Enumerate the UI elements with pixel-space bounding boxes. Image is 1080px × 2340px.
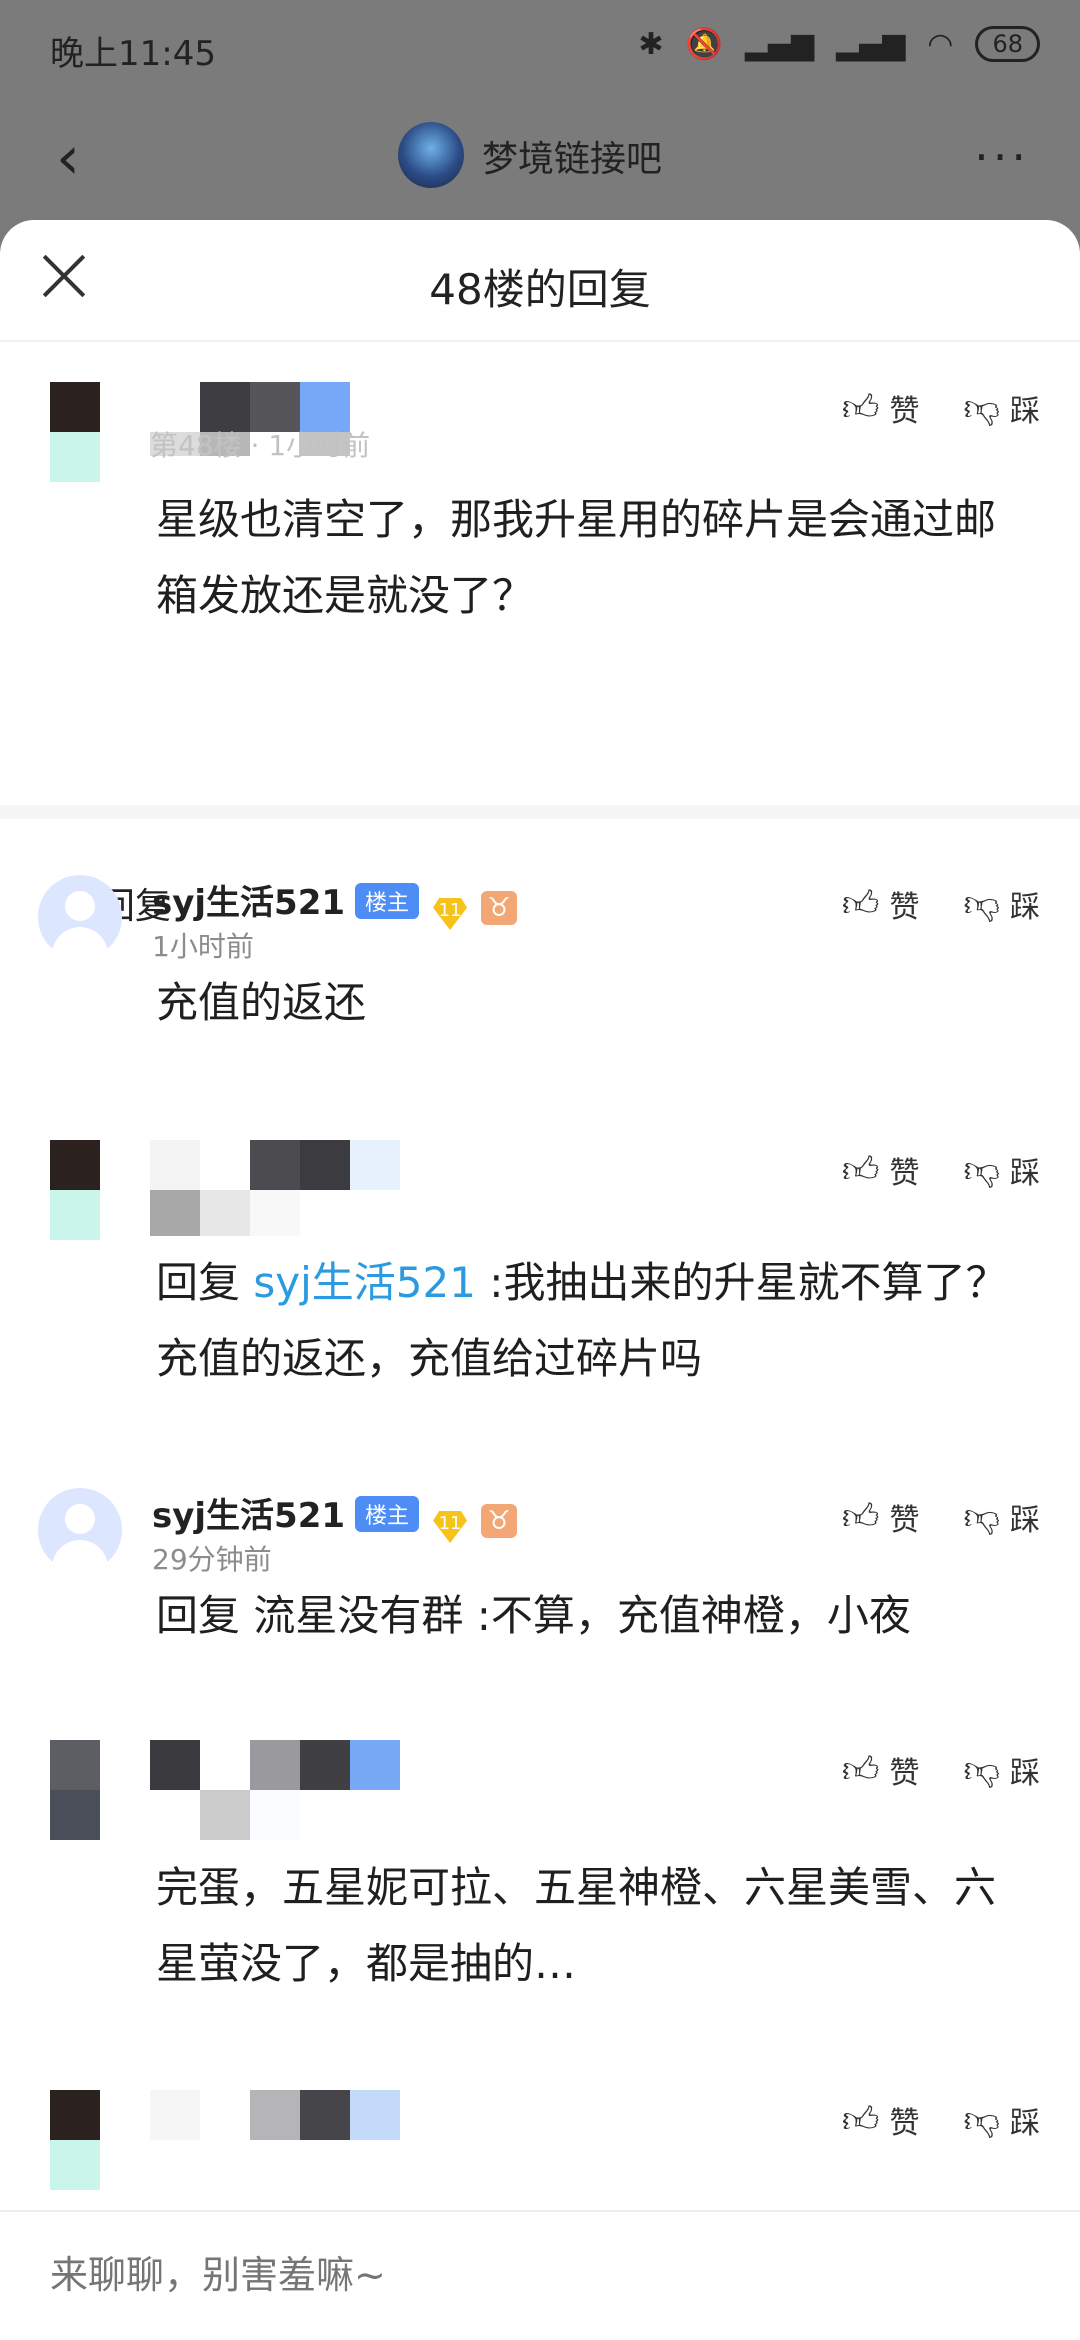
reply-content: 回复 流星没有群 :不算，充值神橙，小夜	[156, 1591, 911, 1640]
reply-vote-buttons: 👍︎ 赞 👎︎ 踩	[842, 882, 1040, 926]
thumbs-down-icon: 👎︎	[963, 388, 1000, 429]
dislike-button[interactable]: 👎︎ 踩	[963, 2098, 1040, 2142]
thumbs-down-icon: 👎︎	[963, 884, 1000, 925]
reply-time: 29分钟前	[152, 1543, 272, 1576]
reply-vote-buttons: 👍︎ 赞 👎︎ 踩	[842, 2098, 1040, 2142]
status-bar: 晚上11:45 ✱ 🔕 ▂▄▆ ▂▄▆ ◠ 68	[0, 0, 1080, 100]
owner-badge: 楼主	[355, 1496, 420, 1532]
reply-content: 充值的返还	[156, 978, 367, 1027]
reply-username[interactable]: syj生活521 楼主 11 ♉	[152, 875, 518, 930]
thumbs-down-icon: 👎︎	[963, 2100, 1000, 2141]
thumbs-up-icon: 👍︎	[841, 1750, 880, 1791]
dislike-button[interactable]: 👎︎ 踩	[963, 882, 1040, 926]
like-button[interactable]: 👍︎ 赞	[842, 1148, 920, 1192]
mute-icon: 🔕	[685, 26, 723, 62]
thumbs-down-icon: 👎︎	[963, 1497, 1000, 1538]
status-icons: ✱ 🔕 ▂▄▆ ▂▄▆ ◠ 68	[638, 26, 1040, 62]
like-button[interactable]: 👍︎ 赞	[842, 386, 920, 430]
owner-badge: 楼主	[355, 883, 420, 919]
comment-input-bar	[0, 2210, 1080, 2340]
dislike-button[interactable]: 👎︎ 踩	[963, 1148, 1040, 1192]
thumbs-up-icon: 👍︎	[841, 1497, 880, 1538]
battery-icon: 68	[975, 26, 1040, 62]
dislike-button[interactable]: 👎︎ 踩	[963, 1748, 1040, 1792]
blurred-username	[150, 1740, 400, 1840]
level-badge-icon: 11	[433, 1511, 468, 1543]
forum-top-bar: ‹ 梦境链接吧 ···	[0, 100, 1080, 220]
sheet-header: 48楼的回复	[0, 220, 1080, 342]
sheet-title: 48楼的回复	[429, 265, 651, 314]
like-button[interactable]: 👍︎ 赞	[842, 882, 920, 926]
like-button[interactable]: 👍︎ 赞	[842, 1495, 920, 1539]
reply-vote-buttons: 👍︎ 赞 👎︎ 踩	[842, 1748, 1040, 1792]
post-content: 星级也清空了，那我升星用的碎片是会通过邮箱发放还是就没了？	[156, 495, 997, 620]
thumbs-up-icon: 👍︎	[841, 884, 880, 925]
like-button[interactable]: 👍︎ 赞	[842, 1748, 920, 1792]
level-badge-icon: 11	[433, 898, 468, 930]
blurred-username	[150, 1140, 400, 1236]
avatar[interactable]	[50, 382, 100, 482]
dislike-button[interactable]: 👎︎ 踩	[963, 1495, 1040, 1539]
reply-content: 回复 syj生活521 :我抽出来的升星就不算了？充值的返还，充值给过碎片吗	[156, 1258, 1008, 1383]
avatar[interactable]	[38, 1488, 122, 1572]
signal-icon: ▂▄▆	[744, 26, 815, 62]
more-options-icon[interactable]: ···	[974, 130, 1030, 184]
avatar[interactable]	[50, 2090, 100, 2190]
avatar[interactable]	[50, 1740, 100, 1840]
thumbs-up-icon: 👍︎	[841, 388, 880, 429]
thumbs-up-icon: 👍︎	[841, 2100, 880, 2141]
reply-content: 完蛋，五星妮可拉、五星神橙、六星美雪、六星萤没了，都是抽的…	[156, 1863, 997, 1988]
reply-time: 1小时前	[152, 930, 254, 963]
reply-vote-buttons: 👍︎ 赞 👎︎ 踩	[842, 1495, 1040, 1539]
back-arrow-icon[interactable]: ‹	[56, 128, 104, 188]
floor-time: 第48楼 · 1小时前	[150, 429, 371, 462]
comment-input[interactable]	[48, 2252, 952, 2298]
thumbs-up-icon: 👍︎	[841, 1150, 880, 1191]
reply-username[interactable]: syj生活521 楼主 11 ♉	[152, 1488, 518, 1543]
like-button[interactable]: 👍︎ 赞	[842, 2098, 920, 2142]
reply-sheet: 48楼的回复 第48楼 · 1小时前 👍︎ 赞 👎︎ 踩 星级也清空了，那我升星…	[0, 220, 1080, 2340]
bluetooth-icon: ✱	[638, 26, 664, 62]
wifi-icon: ◠	[927, 26, 954, 62]
forum-title[interactable]: 梦境链接吧	[482, 130, 662, 182]
thumbs-down-icon: 👎︎	[963, 1750, 1000, 1791]
thumbs-down-icon: 👎︎	[963, 1150, 1000, 1191]
section-divider	[0, 805, 1080, 819]
post-vote-buttons: 👍︎ 赞 👎︎ 踩	[842, 386, 1040, 430]
reply-vote-buttons: 👍︎ 赞 👎︎ 踩	[842, 1148, 1040, 1192]
avatar[interactable]	[50, 1140, 100, 1240]
reply-to-link[interactable]: syj生活521	[253, 1258, 476, 1307]
status-time: 晚上11:45	[50, 34, 216, 74]
main-post: 第48楼 · 1小时前 👍︎ 赞 👎︎ 踩 星级也清空了，那我升星用的碎片是会通过邮…	[0, 342, 1080, 927]
zodiac-icon: ♉	[481, 1504, 518, 1538]
dislike-button[interactable]: 👎︎ 踩	[963, 386, 1040, 430]
zodiac-icon: ♉	[481, 891, 518, 925]
blurred-username	[150, 2090, 400, 2140]
forum-avatar[interactable]	[398, 122, 464, 188]
avatar[interactable]	[38, 875, 122, 959]
hd-signal-icon: ▂▄▆	[836, 26, 906, 62]
